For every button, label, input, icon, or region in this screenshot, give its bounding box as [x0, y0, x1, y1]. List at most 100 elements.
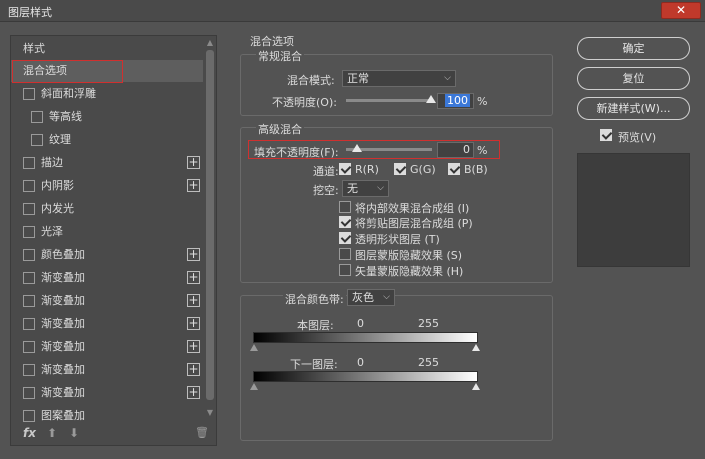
underlying-layer-gradient-bar[interactable] [253, 371, 478, 382]
fx-icon[interactable]: fx [23, 426, 36, 440]
knockout-select[interactable]: 无 ⌵ [342, 180, 389, 197]
title-bar: 图层样式 ✕ [0, 0, 705, 22]
channel-r-checkbox[interactable] [339, 163, 351, 175]
blend-if-value: 灰色 [352, 291, 374, 304]
style-item-bevel-emboss[interactable]: 斜面和浮雕 [11, 83, 203, 105]
transparency-shapes-checkbox[interactable] [339, 232, 351, 244]
preview-label: 预览(V) [618, 131, 657, 144]
layer-mask-hides-checkbox[interactable] [339, 248, 351, 260]
blend-interior-effects-label: 将内部效果混合成组 (I) [355, 202, 470, 215]
style-item-checkbox[interactable] [23, 249, 35, 261]
style-item-label: 渐变叠加 [41, 386, 85, 399]
add-effect-icon[interactable]: + [187, 271, 200, 284]
add-effect-icon[interactable]: + [187, 317, 200, 330]
underlying-layer-max: 255 [418, 356, 439, 369]
style-item-label: 光泽 [41, 225, 63, 238]
style-item-pattern-overlay[interactable]: 图案叠加 [11, 405, 203, 422]
style-item-gradient-overlay[interactable]: 渐变叠加 + [11, 382, 203, 404]
style-item-gradient-overlay[interactable]: 渐变叠加 + [11, 359, 203, 381]
trash-icon[interactable]: 🗑 [195, 426, 209, 439]
blend-mode-label: 混合模式: [287, 74, 335, 87]
style-item-inner-shadow[interactable]: 内阴影 + [11, 175, 203, 197]
style-item-gradient-overlay[interactable]: 渐变叠加 + [11, 290, 203, 312]
this-layer-min: 0 [357, 317, 364, 330]
opacity-label: 不透明度(O): [272, 96, 337, 109]
style-item-checkbox[interactable] [23, 387, 35, 399]
style-item-label: 颜色叠加 [41, 248, 85, 261]
move-up-icon[interactable]: ⬆ [47, 426, 57, 440]
ok-button[interactable]: 确定 [577, 37, 690, 60]
move-down-icon[interactable]: ⬇ [69, 426, 79, 440]
style-item-checkbox[interactable] [23, 364, 35, 376]
blend-interior-effects-checkbox[interactable] [339, 201, 351, 213]
style-item-gradient-overlay[interactable]: 渐变叠加 + [11, 336, 203, 358]
opacity-input[interactable]: 100 [437, 93, 474, 109]
vector-mask-hides-checkbox[interactable] [339, 264, 351, 276]
style-item-checkbox[interactable] [31, 111, 43, 123]
fill-opacity-label: 填充不透明度(F): [254, 146, 339, 159]
styles-footer: fx ⬆ ⬇ 🗑 [11, 424, 216, 446]
style-item-checkbox[interactable] [23, 295, 35, 307]
close-button[interactable]: ✕ [661, 2, 701, 19]
style-item-color-overlay[interactable]: 颜色叠加 + [11, 244, 203, 266]
scroll-thumb[interactable] [206, 50, 214, 400]
styles-header[interactable]: 样式 [11, 38, 203, 60]
channel-g-label: G(G) [410, 163, 436, 176]
channel-b-checkbox[interactable] [448, 163, 460, 175]
scroll-down-arrow-icon[interactable]: ▼ [205, 408, 215, 418]
opacity-slider-thumb[interactable] [426, 95, 436, 103]
blending-options-title: 混合选项 [250, 35, 294, 48]
blend-mode-select[interactable]: 正常 ⌵ [342, 70, 456, 87]
style-item-stroke[interactable]: 描边 + [11, 152, 203, 174]
channel-g-checkbox[interactable] [394, 163, 406, 175]
style-item-label: 等高线 [49, 110, 82, 123]
style-item-checkbox[interactable] [23, 318, 35, 330]
add-effect-icon[interactable]: + [187, 156, 200, 169]
style-item-label: 内阴影 [41, 179, 74, 192]
new-style-button[interactable]: 新建样式(W)... [577, 97, 690, 120]
add-effect-icon[interactable]: + [187, 248, 200, 261]
this-layer-black-thumb[interactable] [250, 344, 258, 351]
style-item-checkbox[interactable] [23, 272, 35, 284]
preview-checkbox[interactable] [600, 129, 612, 141]
window-title: 图层样式 [8, 6, 52, 19]
vector-mask-hides-label: 矢量蒙版隐藏效果 (H) [355, 265, 464, 278]
fill-opacity-slider-thumb[interactable] [352, 144, 362, 152]
blend-if-select[interactable]: 灰色 ⌵ [347, 289, 395, 306]
style-item-checkbox[interactable] [23, 226, 35, 238]
add-effect-icon[interactable]: + [187, 179, 200, 192]
reset-button[interactable]: 复位 [577, 67, 690, 90]
add-effect-icon[interactable]: + [187, 363, 200, 376]
style-item-checkbox[interactable] [23, 157, 35, 169]
style-item-checkbox[interactable] [23, 203, 35, 215]
style-item-texture[interactable]: 纹理 [11, 129, 203, 151]
layer-mask-hides-label: 图层蒙版隐藏效果 (S) [355, 249, 463, 262]
style-item-checkbox[interactable] [31, 134, 43, 146]
opacity-slider[interactable] [346, 99, 432, 102]
transparency-shapes-label: 透明形状图层 (T) [355, 233, 440, 246]
scroll-up-arrow-icon[interactable]: ▲ [205, 38, 215, 48]
style-item-checkbox[interactable] [23, 88, 35, 100]
blend-clipped-layers-checkbox[interactable] [339, 216, 351, 228]
underlying-layer-black-thumb[interactable] [250, 383, 258, 390]
style-item-checkbox[interactable] [23, 341, 35, 353]
style-item-gradient-overlay[interactable]: 渐变叠加 + [11, 267, 203, 289]
highlight-frame [12, 60, 123, 83]
styles-header-label: 样式 [23, 42, 45, 55]
style-item-checkbox[interactable] [23, 410, 35, 422]
this-layer-gradient-bar[interactable] [253, 332, 478, 343]
style-item-label: 渐变叠加 [41, 271, 85, 284]
style-item-satin[interactable]: 光泽 [11, 221, 203, 243]
style-item-inner-glow[interactable]: 内发光 [11, 198, 203, 220]
this-layer-white-thumb[interactable] [472, 344, 480, 351]
style-item-contour[interactable]: 等高线 [11, 106, 203, 128]
add-effect-icon[interactable]: + [187, 340, 200, 353]
style-item-gradient-overlay[interactable]: 渐变叠加 + [11, 313, 203, 335]
style-item-label: 渐变叠加 [41, 317, 85, 330]
style-item-checkbox[interactable] [23, 180, 35, 192]
list-scrollbar[interactable]: ▲ ▼ [204, 36, 216, 421]
fill-opacity-input[interactable]: 0 [437, 142, 474, 158]
add-effect-icon[interactable]: + [187, 386, 200, 399]
add-effect-icon[interactable]: + [187, 294, 200, 307]
underlying-layer-white-thumb[interactable] [472, 383, 480, 390]
